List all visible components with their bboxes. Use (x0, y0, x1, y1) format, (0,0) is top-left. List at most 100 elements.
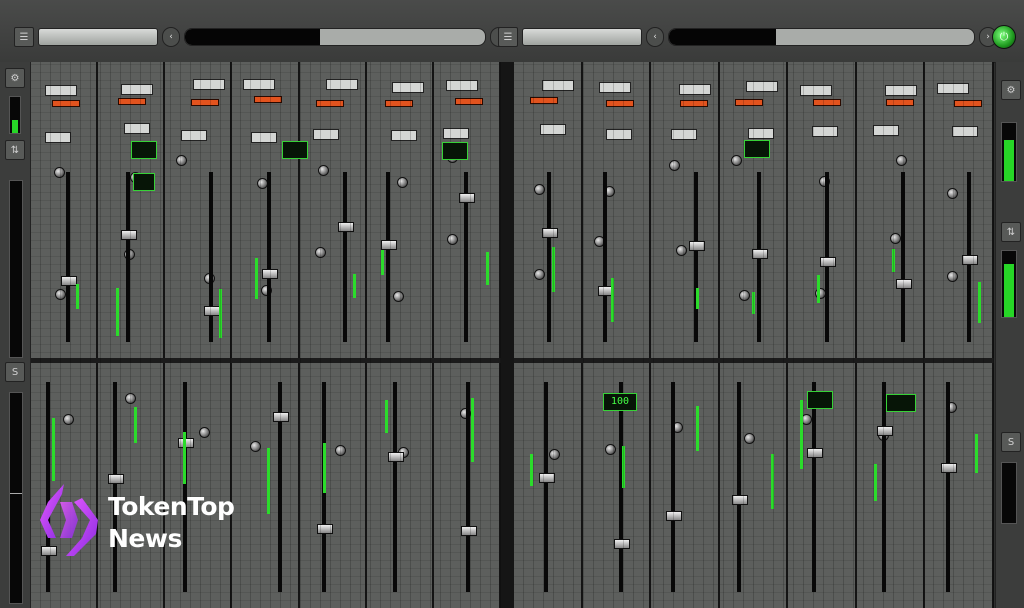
chevron-left-icon[interactable]: ‹ (162, 27, 180, 47)
eq-knob[interactable] (199, 427, 211, 439)
channel-strip (856, 62, 926, 608)
fader-lower[interactable] (538, 473, 555, 484)
menu-icon[interactable]: ☰ (14, 27, 34, 47)
fader-lower[interactable] (940, 462, 957, 473)
channel-display (282, 141, 308, 159)
channel-label (936, 82, 969, 94)
power-icon[interactable]: ⏻ (992, 25, 1016, 49)
channel-label (120, 84, 153, 96)
fader-upper[interactable] (337, 221, 354, 232)
fader-upper[interactable] (819, 257, 836, 268)
gain-knob[interactable] (946, 270, 958, 282)
pan-knob[interactable] (730, 155, 742, 167)
timeline-right[interactable] (668, 28, 975, 46)
fader-lower[interactable] (806, 447, 823, 458)
level-led (874, 464, 878, 501)
fader-lower[interactable] (460, 525, 477, 536)
gain-knob[interactable] (534, 269, 546, 281)
solo-icon[interactable]: S (1001, 432, 1021, 452)
gain-knob[interactable] (315, 246, 327, 258)
channel-label (598, 81, 631, 93)
pan-knob[interactable] (533, 184, 545, 196)
chevron-left-icon[interactable]: ‹ (646, 27, 664, 47)
fader-track-upper (602, 172, 607, 342)
eq-knob[interactable] (549, 449, 561, 461)
channel-label (542, 80, 575, 92)
channel-strip (299, 62, 367, 608)
solo-icon[interactable]: S (5, 362, 25, 382)
fader-upper[interactable] (458, 193, 475, 204)
fader-upper[interactable] (689, 241, 706, 252)
level-led (352, 273, 356, 298)
menu-icon[interactable]: ☰ (498, 27, 518, 47)
gain-knob[interactable] (392, 290, 404, 302)
fader-upper[interactable] (896, 279, 913, 290)
section-divider (514, 358, 994, 363)
clip-indicator (51, 99, 80, 107)
pan-knob[interactable] (397, 176, 409, 188)
eq-knob[interactable] (125, 393, 137, 405)
watermark-line1: TokenTop (108, 492, 235, 521)
gain-knob[interactable] (739, 290, 750, 302)
gain-knob[interactable] (889, 232, 901, 244)
master-meter-top (9, 96, 21, 134)
left-master-column: ⚙ ⇅ S (0, 62, 31, 608)
gain-knob[interactable] (676, 245, 688, 257)
send-label (606, 129, 633, 141)
pan-knob[interactable] (669, 160, 681, 172)
fader-upper[interactable] (203, 306, 220, 317)
pan-knob[interactable] (176, 154, 188, 166)
gain-knob[interactable] (446, 233, 458, 245)
pan-knob[interactable] (53, 167, 65, 179)
fader-upper[interactable] (752, 248, 769, 259)
settings-icon[interactable]: ⚙ (5, 68, 25, 88)
fader-upper[interactable] (121, 229, 138, 240)
timeline-left[interactable] (184, 28, 486, 46)
channel-strip (651, 62, 720, 608)
fader-upper[interactable] (541, 227, 558, 238)
bank-divider (501, 62, 514, 608)
channel-display (133, 173, 155, 191)
gain-knob[interactable] (55, 289, 67, 300)
track-field-left[interactable] (38, 28, 158, 46)
send-label (123, 123, 150, 135)
eq-knob[interactable] (62, 413, 74, 425)
fader-track-upper (66, 172, 71, 342)
fader-lower[interactable] (613, 538, 630, 549)
level-led (771, 453, 775, 509)
fader-lower[interactable] (732, 495, 749, 506)
fader-lower[interactable] (178, 438, 195, 449)
pan-knob[interactable] (317, 164, 329, 176)
pan-knob[interactable] (896, 154, 908, 166)
channel-strip (582, 62, 652, 608)
eq-knob[interactable] (335, 444, 347, 456)
right-meter-lower (1001, 462, 1017, 524)
right-meter-top-level (1004, 140, 1014, 181)
link-icon[interactable]: ⇅ (5, 140, 25, 160)
channel-strip (788, 62, 857, 608)
fader-lower[interactable] (272, 412, 289, 423)
fader-upper[interactable] (261, 268, 278, 279)
pan-knob[interactable] (947, 187, 959, 199)
track-field-right[interactable] (522, 28, 642, 46)
eq-knob[interactable] (604, 443, 616, 455)
fader-lower[interactable] (666, 511, 683, 522)
level-led (695, 406, 699, 451)
channel-label (678, 84, 711, 96)
fader-lower[interactable] (877, 425, 894, 436)
channel-display (744, 140, 770, 158)
fader-track-lower (737, 382, 742, 592)
fader-lower[interactable] (316, 523, 333, 534)
clip-indicator (734, 98, 763, 106)
fader-lower[interactable] (388, 451, 405, 462)
eq-knob[interactable] (249, 440, 261, 452)
fader-track-upper (208, 172, 213, 342)
channel-label (800, 84, 832, 96)
settings-icon[interactable]: ⚙ (1001, 80, 1021, 100)
right-meter-low-level (1004, 264, 1014, 317)
eq-knob[interactable] (744, 432, 756, 444)
level-led (219, 288, 223, 338)
link-icon[interactable]: ⇅ (1001, 222, 1021, 242)
fader-upper[interactable] (962, 254, 979, 265)
level-led (485, 252, 489, 286)
